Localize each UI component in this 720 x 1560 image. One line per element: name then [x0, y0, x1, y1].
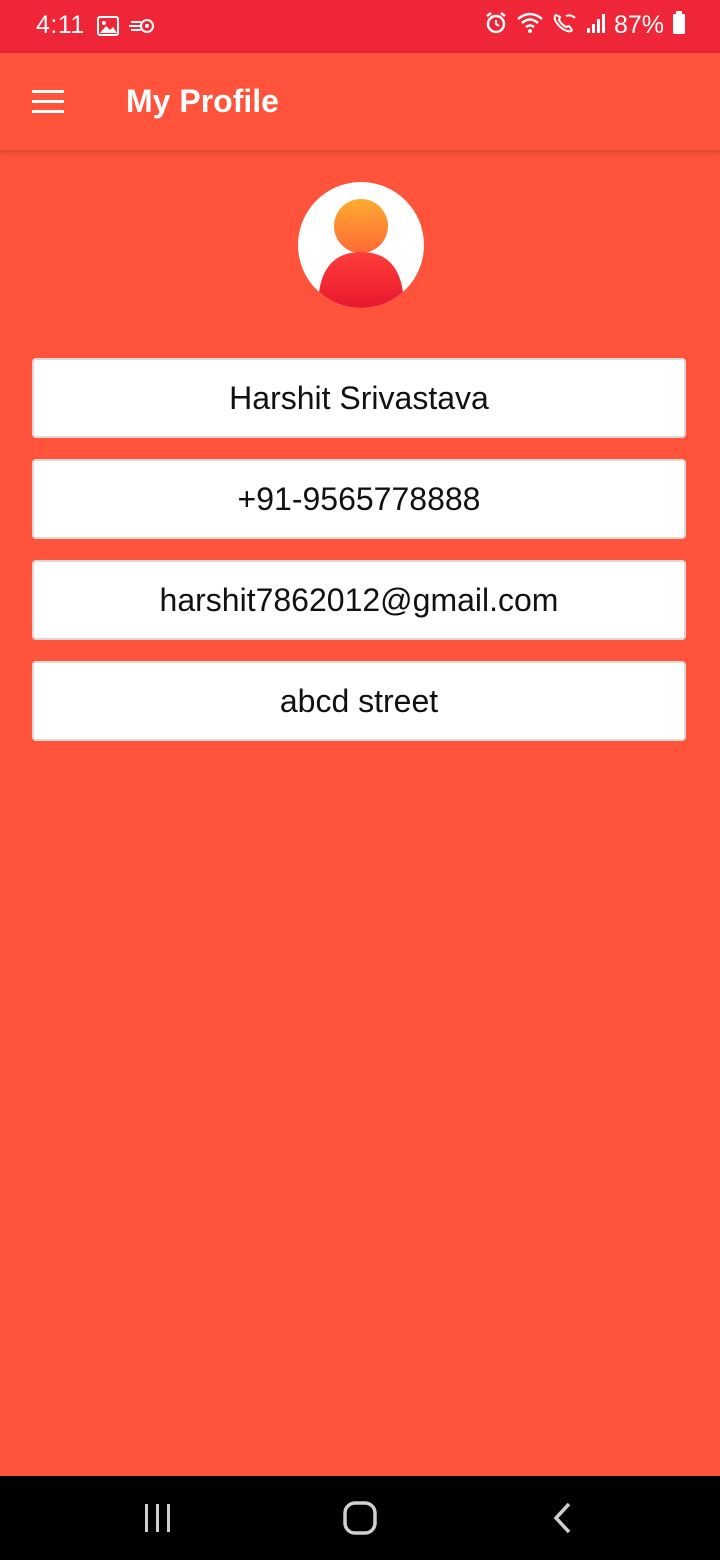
wifi-calling-icon: [552, 12, 578, 39]
phone-field[interactable]: +91-9565778888: [32, 459, 686, 539]
image-icon: [97, 16, 119, 41]
status-right-icons: 87%: [484, 11, 686, 40]
back-icon: [553, 1502, 571, 1534]
navigation-bar: [0, 1476, 720, 1560]
address-field[interactable]: abcd street: [32, 661, 686, 741]
recent-apps-button[interactable]: [140, 1500, 176, 1541]
hamburger-menu-icon: [32, 90, 64, 113]
home-button[interactable]: [340, 1500, 380, 1541]
app-bar: My Profile: [0, 53, 720, 150]
status-left-icons: [97, 16, 155, 41]
battery-icon: [672, 11, 686, 40]
signal-icon: [586, 12, 606, 39]
email-field[interactable]: harshit7862012@gmail.com: [32, 560, 686, 640]
home-icon: [343, 1501, 377, 1535]
cast-icon: [129, 18, 155, 39]
status-time: 4:11: [36, 11, 85, 39]
status-bar: 4:11 87%: [0, 0, 720, 53]
name-field[interactable]: Harshit Srivastava: [32, 358, 686, 438]
back-button[interactable]: [545, 1500, 581, 1541]
recent-apps-icon: [145, 1504, 170, 1532]
hamburger-menu-button[interactable]: [26, 81, 72, 121]
page-title: My Profile: [126, 83, 279, 119]
battery-percent: 87%: [613, 11, 664, 39]
user-avatar-icon: [298, 182, 424, 308]
wifi-icon: [516, 12, 544, 39]
alarm-icon: [484, 11, 508, 40]
